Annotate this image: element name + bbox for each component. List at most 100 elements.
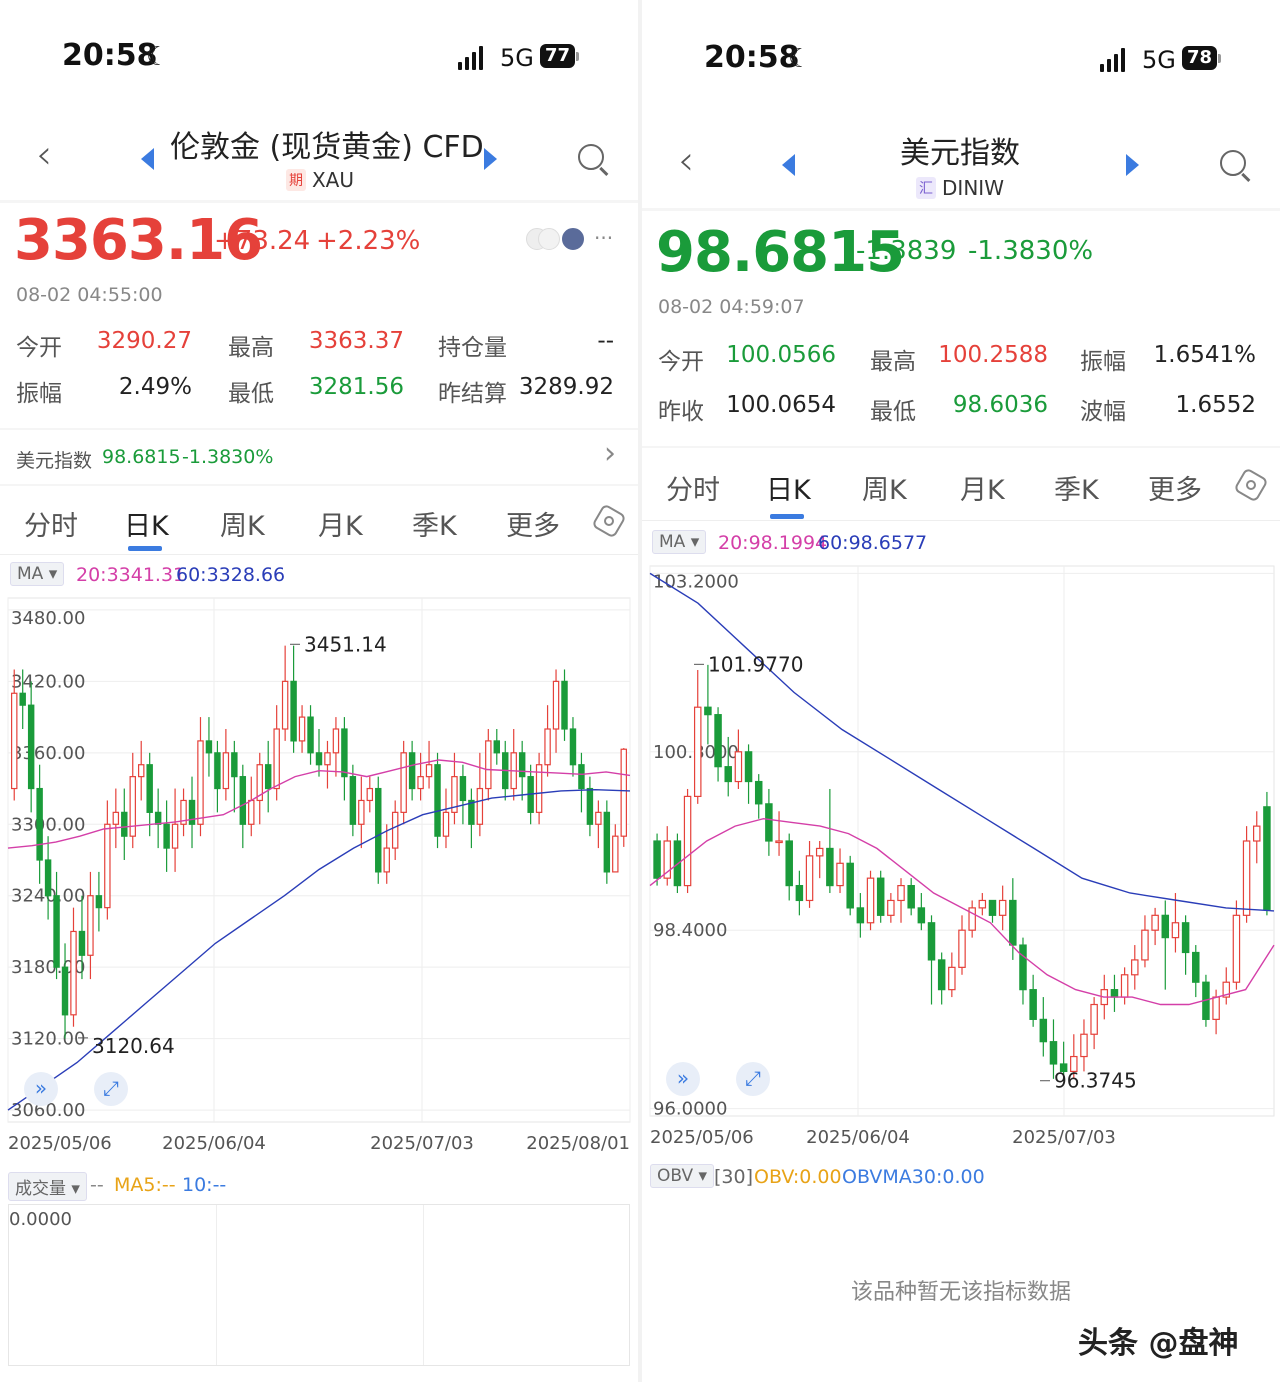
stat-value-amplitude: 1.6541%: [1153, 342, 1256, 368]
candle-body: [1039, 1018, 1048, 1043]
candle-body: [44, 859, 52, 897]
candle-body: [264, 764, 272, 790]
volume-selector[interactable]: 成交量 ▾: [8, 1172, 87, 1201]
prev-symbol-icon[interactable]: [782, 154, 795, 176]
ma-selector-label: MA: [659, 532, 686, 552]
candle-body: [734, 751, 743, 783]
high-label: 3451.14: [304, 632, 387, 656]
candle-body: [1009, 899, 1017, 946]
stat-value-prev-settle: 3289.92: [518, 374, 614, 400]
scroll-forward-icon[interactable]: »: [24, 1072, 58, 1106]
tab-intraday[interactable]: 分时: [666, 468, 720, 507]
y-tick-label: 98.4000: [653, 920, 727, 941]
candle-body: [724, 766, 732, 783]
next-symbol-icon[interactable]: [484, 148, 497, 170]
candle-body: [1242, 840, 1251, 916]
y-tick-label: 3480.00: [11, 608, 85, 629]
tab-intraday[interactable]: 分时: [24, 504, 78, 543]
candle-body: [612, 835, 619, 873]
candle-body: [846, 862, 854, 909]
tab-more[interactable]: 更多: [506, 504, 560, 543]
x-tick-label: 2025/07/03: [1012, 1127, 1116, 1148]
stat-label-open: 今开: [658, 349, 704, 375]
forex-tag: 汇: [916, 177, 937, 199]
back-icon[interactable]: ‹: [678, 138, 694, 184]
tab-more[interactable]: 更多: [1148, 468, 1202, 507]
candle-body: [70, 930, 77, 1016]
candle-body: [281, 680, 289, 730]
stat-value-open: 3290.27: [96, 328, 192, 354]
ma-selector-label: MA: [17, 564, 44, 584]
chevron-right-icon: ›: [604, 436, 616, 471]
candle-body: [485, 740, 492, 790]
candle-body: [569, 728, 577, 766]
tab-monthly-k[interactable]: 月K: [318, 504, 363, 543]
volume-value: --: [90, 1174, 104, 1196]
volume-chart: 0.0000: [8, 1204, 630, 1366]
candle-body: [561, 680, 568, 730]
ma60-line: [7, 788, 631, 1111]
candle-body: [815, 847, 824, 857]
related-index-row[interactable]: 美元指数 98.6815 -1.3830% ›: [0, 432, 638, 484]
fullscreen-icon[interactable]: ⤢: [94, 1072, 128, 1106]
candle-body: [653, 840, 661, 879]
avatar: [560, 226, 586, 252]
stat-value-amplitude: 2.49%: [118, 374, 192, 400]
fullscreen-icon[interactable]: ⤢: [736, 1062, 770, 1096]
candle-body: [366, 787, 374, 802]
candle-body: [603, 811, 611, 873]
candle-body: [1232, 914, 1241, 983]
candle-body: [95, 895, 103, 909]
tab-monthly-k[interactable]: 月K: [960, 468, 1005, 507]
obv-selector[interactable]: OBV ▾: [650, 1164, 715, 1188]
candle-body: [1131, 959, 1139, 976]
x-tick-label: 2025/08/01: [526, 1133, 630, 1154]
candle-body: [693, 706, 702, 798]
prev-symbol-icon[interactable]: [141, 148, 154, 170]
candle-body: [324, 752, 331, 766]
settings-icon[interactable]: [591, 503, 627, 539]
stat-value-low: 3281.56: [308, 374, 404, 400]
tab-quarterly-k[interactable]: 季K: [1054, 468, 1099, 507]
candle-body: [78, 930, 86, 956]
tab-weekly-k[interactable]: 周K: [862, 468, 907, 507]
period-tabs: 分时 日K 周K 月K 季K 更多: [0, 494, 638, 554]
candle-body: [36, 787, 43, 861]
ma-selector[interactable]: MA ▾: [652, 530, 707, 554]
settings-icon[interactable]: [1233, 467, 1269, 503]
candle-body: [1192, 951, 1200, 983]
candle-body: [425, 764, 433, 778]
scroll-forward-icon[interactable]: »: [666, 1062, 700, 1096]
more-icon[interactable]: ···: [594, 226, 613, 250]
quote-timestamp: 08-02 04:55:00: [16, 284, 163, 306]
candle-body: [87, 895, 94, 956]
back-icon[interactable]: ‹: [36, 132, 52, 178]
candle-body: [937, 959, 946, 991]
tab-daily-k[interactable]: 日K: [124, 504, 169, 543]
stat-value-range: 1.6552: [1175, 392, 1256, 418]
dxy-candlestick-chart[interactable]: 103.2000100.800098.400096.00002025/05/06…: [642, 560, 1280, 1156]
candle-body: [400, 752, 407, 813]
candle-body: [907, 884, 915, 909]
ma-selector[interactable]: MA ▾: [10, 562, 65, 586]
search-icon[interactable]: [1220, 150, 1246, 176]
obv-period: [30]: [714, 1166, 754, 1188]
candle-body: [27, 704, 35, 790]
candle-body: [341, 728, 348, 778]
candle-body: [765, 803, 773, 842]
tab-daily-k[interactable]: 日K: [766, 468, 811, 507]
candle-body: [493, 740, 501, 754]
candle-body: [171, 823, 179, 849]
next-symbol-icon[interactable]: [1126, 154, 1139, 176]
tab-weekly-k[interactable]: 周K: [220, 504, 265, 543]
tab-quarterly-k[interactable]: 季K: [412, 504, 457, 543]
symbol-code: 汇 DINIW: [812, 176, 1108, 200]
search-icon[interactable]: [578, 144, 604, 170]
symbol-code-text: XAU: [311, 168, 355, 192]
candle-body: [1029, 989, 1037, 1020]
related-index-name: 美元指数: [16, 450, 93, 472]
candle-body: [214, 752, 221, 790]
avatar-group[interactable]: [526, 226, 586, 254]
stat-value-high: 100.2588: [938, 342, 1048, 368]
gold-candlestick-chart[interactable]: 3480.003420.003360.003300.003240.003180.…: [0, 592, 638, 1160]
